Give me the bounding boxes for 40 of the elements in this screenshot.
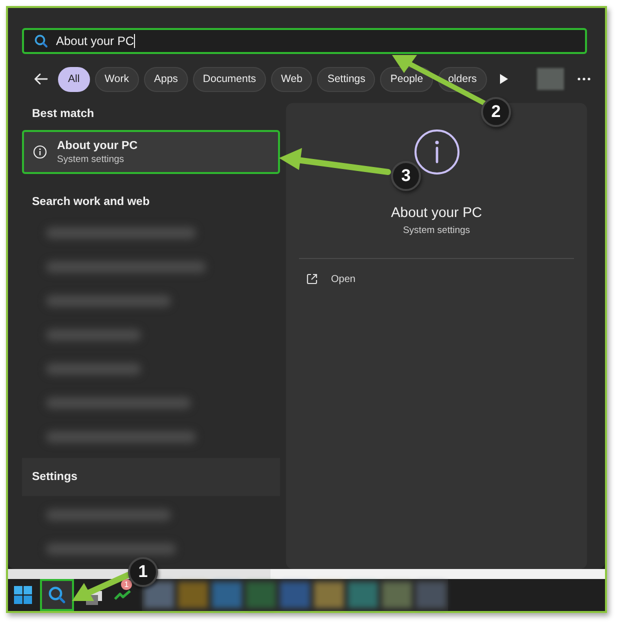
result-subtitle: System settings [57,154,126,164]
open-action[interactable]: Open [306,273,356,285]
app-icon[interactable] [246,582,276,608]
search-field[interactable]: About your PC [22,28,587,54]
filter-tab[interactable]: Documents [192,66,266,92]
filter-tab[interactable]: People [380,66,434,92]
info-icon [33,145,47,159]
preview-subtitle: System settings [402,225,470,236]
windows-logo-icon[interactable] [14,586,32,604]
app-icon[interactable] [382,582,412,608]
section-heading: Best match [31,107,94,120]
app-icon[interactable] [280,582,310,608]
info-icon [414,129,460,175]
section-heading: Search work and web [31,195,150,208]
filter-tab[interactable]: Web [271,66,312,92]
filter-tab[interactable]: Apps [144,66,188,92]
section-heading: Settings [31,471,78,483]
taskbar-search-button[interactable] [40,579,74,611]
callout-arrow [72,572,131,601]
preview-title: About your PC [390,204,482,220]
search-text: About your PC [56,34,134,48]
app-icon[interactable] [314,582,344,608]
best-match-result[interactable]: About your PC System settings [22,130,280,174]
chart-icon[interactable] [114,589,132,601]
back-arrow-icon[interactable] [34,73,48,85]
result-title: About your PC [57,140,138,152]
app-icon[interactable] [348,582,378,608]
filter-tab[interactable]: All [58,66,90,92]
search-icon [34,34,48,48]
app-icon[interactable] [416,582,446,608]
play-icon[interactable] [498,73,509,85]
app-icon[interactable] [212,582,242,608]
app-icon[interactable] [144,582,174,608]
app-icon[interactable] [178,582,208,608]
filter-tab[interactable]: Work [94,66,139,92]
more-options-icon[interactable] [576,77,591,81]
external-link-icon [306,273,318,285]
filter-tab[interactable]: Settings [317,66,376,92]
notification-badge: 1 [121,579,132,590]
search-icon [48,586,66,604]
